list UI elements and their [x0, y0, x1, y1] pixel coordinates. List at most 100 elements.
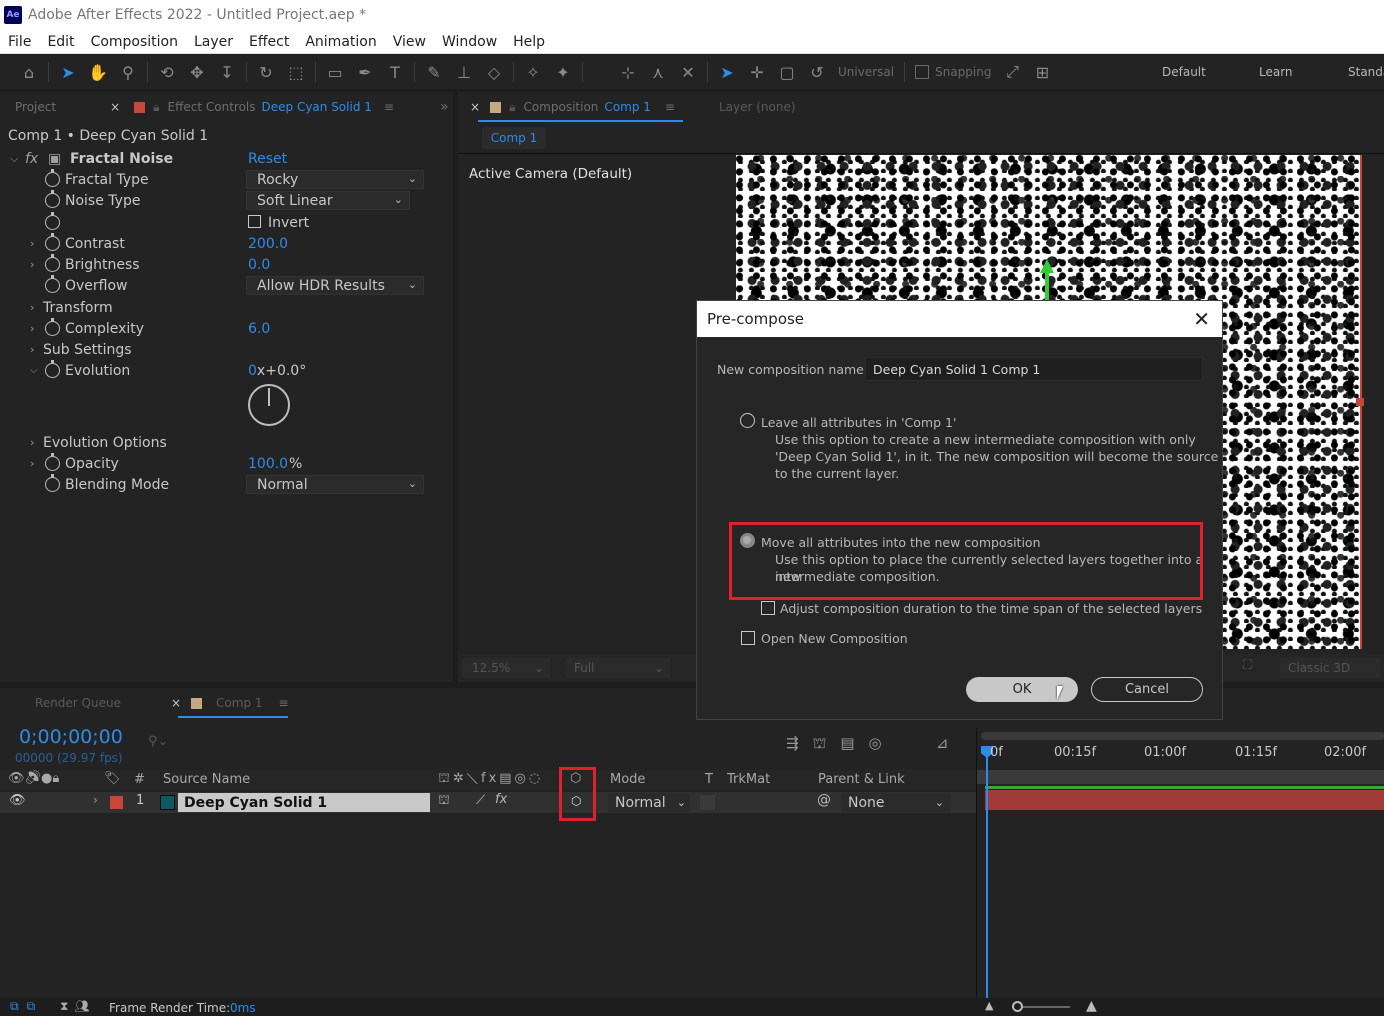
evolution-revolutions[interactable]: 0: [248, 363, 257, 379]
resolution-dropdown[interactable]: Full ⌄: [566, 658, 670, 678]
track-matte-toggle[interactable]: [700, 795, 715, 810]
orbit-camera-icon[interactable]: ⟲: [156, 61, 178, 83]
workspace-default[interactable]: Default: [1162, 55, 1206, 89]
stopwatch-icon[interactable]: [45, 318, 60, 336]
zoom-slider-thumb[interactable]: [1012, 1001, 1023, 1012]
pan-behind-icon[interactable]: ⬚: [285, 61, 307, 83]
move-3d-icon[interactable]: ✛: [746, 61, 768, 83]
menu-file[interactable]: File: [0, 34, 39, 50]
layer-label-color[interactable]: [110, 796, 123, 809]
tab-composition-name[interactable]: Comp 1: [604, 100, 650, 114]
eye-icon[interactable]: 👁︎: [9, 793, 26, 808]
work-area-bar[interactable]: [981, 732, 1384, 740]
expand-arrow-icon[interactable]: ›: [30, 436, 34, 449]
opacity-value[interactable]: 100.0: [248, 456, 288, 472]
fx-switch-icon[interactable]: fx: [495, 792, 507, 807]
fx-icon[interactable]: fx: [25, 151, 38, 167]
close-icon[interactable]: ×: [110, 100, 120, 114]
composition-name-input[interactable]: Deep Cyan Solid 1 Comp 1: [865, 357, 1203, 381]
open-new-composition-checkbox[interactable]: [741, 631, 755, 645]
brush-tool-icon[interactable]: ✎: [423, 61, 445, 83]
stopwatch-icon[interactable]: [45, 360, 60, 378]
overflow-dropdown[interactable]: Allow HDR Results ⌄: [246, 276, 424, 295]
world-axis-icon[interactable]: ⋏: [647, 61, 669, 83]
layer-handle[interactable]: [1356, 398, 1364, 406]
blending-mode-dropdown[interactable]: Normal ⌄: [246, 475, 424, 494]
menu-help[interactable]: Help: [505, 34, 553, 50]
expand-arrow-icon[interactable]: ›: [30, 258, 34, 271]
tab-composition[interactable]: Composition: [523, 100, 598, 114]
motion-blur-icons[interactable]: ⧗👥︎: [60, 999, 96, 1014]
expand-arrow-icon[interactable]: ›: [30, 301, 34, 314]
parent-dropdown[interactable]: None ⌄: [842, 793, 950, 812]
close-icon[interactable]: ✕: [1193, 307, 1210, 331]
menu-view[interactable]: View: [385, 34, 434, 50]
timeline-switches-icons[interactable]: ⇶⛫▤◎: [786, 734, 896, 754]
lock-icon[interactable]: 🔒︎: [509, 100, 515, 115]
reset-link[interactable]: Reset: [248, 151, 287, 167]
tab-project[interactable]: Project: [15, 100, 56, 114]
expand-arrow-icon[interactable]: ›: [30, 237, 34, 250]
zoom-slider[interactable]: [1012, 1001, 1070, 1012]
expand-arrow-icon[interactable]: ›: [30, 457, 34, 470]
zoom-tool-icon[interactable]: ⚲: [117, 61, 139, 83]
effect-controls-target[interactable]: Deep Cyan Solid 1: [262, 100, 372, 114]
snapping-checkbox[interactable]: [915, 65, 930, 79]
menu-composition[interactable]: Composition: [83, 34, 186, 50]
graph-editor-icon[interactable]: ⊿: [936, 734, 949, 752]
leave-attributes-label[interactable]: Leave all attributes in 'Comp 1': [761, 414, 956, 431]
workspace-standard[interactable]: Standa: [1348, 55, 1384, 89]
menu-edit[interactable]: Edit: [39, 34, 82, 50]
rectangle-tool-icon[interactable]: ▭: [324, 61, 346, 83]
collapse-arrow-icon[interactable]: ⌵: [30, 365, 38, 376]
select-3d-icon[interactable]: ➤: [716, 61, 738, 83]
timeline-toggle-icons[interactable]: ⧉⧉: [10, 999, 43, 1014]
view-axis-icon[interactable]: ✕: [677, 61, 699, 83]
evolution-value[interactable]: 0x+0.0°: [248, 363, 306, 379]
open-new-composition-label[interactable]: Open New Composition: [761, 630, 908, 647]
comp-subtab[interactable]: Comp 1: [482, 127, 546, 149]
leave-attributes-radio[interactable]: [740, 413, 755, 428]
layer-duration-bar[interactable]: [985, 790, 1384, 810]
complexity-value[interactable]: 6.0: [248, 321, 270, 337]
column-mode[interactable]: Mode: [610, 772, 645, 787]
contrast-value[interactable]: 200.0: [248, 236, 288, 252]
playhead[interactable]: [986, 746, 988, 998]
stopwatch-icon[interactable]: [45, 453, 60, 471]
noise-type-dropdown[interactable]: Soft Linear ⌄: [246, 191, 410, 210]
snapping-label[interactable]: Snapping: [935, 65, 991, 79]
hand-tool-icon[interactable]: ✋: [87, 61, 109, 83]
cancel-button[interactable]: Cancel: [1091, 677, 1203, 702]
workspace-learn[interactable]: Learn: [1259, 55, 1293, 89]
home-icon[interactable]: ⌂: [18, 61, 40, 83]
stopwatch-icon[interactable]: [45, 212, 60, 230]
clone-stamp-icon[interactable]: ⊥: [453, 61, 475, 83]
tab-effect-controls[interactable]: Effect Controls: [168, 100, 256, 114]
menu-animation[interactable]: Animation: [297, 34, 384, 50]
collapse-arrow-icon[interactable]: ⌵: [10, 152, 18, 166]
prop-transform[interactable]: › Transform: [0, 297, 430, 318]
fractal-type-dropdown[interactable]: Rocky ⌄: [246, 170, 424, 189]
dolly-camera-icon[interactable]: ↧: [216, 61, 238, 83]
panel-menu-icon[interactable]: ≡: [279, 696, 289, 710]
stopwatch-icon[interactable]: [45, 169, 60, 187]
menu-effect[interactable]: Effect: [241, 34, 297, 50]
type-tool-icon[interactable]: T: [384, 61, 406, 83]
expand-arrow-icon[interactable]: ›: [30, 343, 34, 356]
roto-brush-icon[interactable]: ✧: [522, 61, 544, 83]
prop-sub-settings[interactable]: › Sub Settings: [0, 339, 430, 360]
evolution-dial[interactable]: [248, 384, 290, 426]
brightness-value[interactable]: 0.0: [248, 257, 270, 273]
magnification-dropdown[interactable]: 12.5% ⌄: [462, 658, 550, 678]
expand-panels-icon[interactable]: »: [440, 99, 449, 115]
evolution-degrees[interactable]: x+0.0°: [257, 363, 306, 379]
zoom-out-icon[interactable]: ▲: [985, 999, 993, 1012]
column-parent-link[interactable]: Parent & Link: [818, 772, 905, 787]
stopwatch-icon[interactable]: [45, 233, 60, 251]
menu-window[interactable]: Window: [434, 34, 505, 50]
close-icon[interactable]: ×: [470, 100, 480, 114]
shy-switch-icon[interactable]: ⛫: [438, 793, 450, 810]
table-row[interactable]: 👁︎ › 1 Deep Cyan Solid 1 ⛫ ⟋ fx ⬡ Normal…: [0, 792, 976, 813]
stopwatch-icon[interactable]: [45, 254, 60, 272]
expand-arrow-icon[interactable]: ›: [93, 793, 98, 807]
